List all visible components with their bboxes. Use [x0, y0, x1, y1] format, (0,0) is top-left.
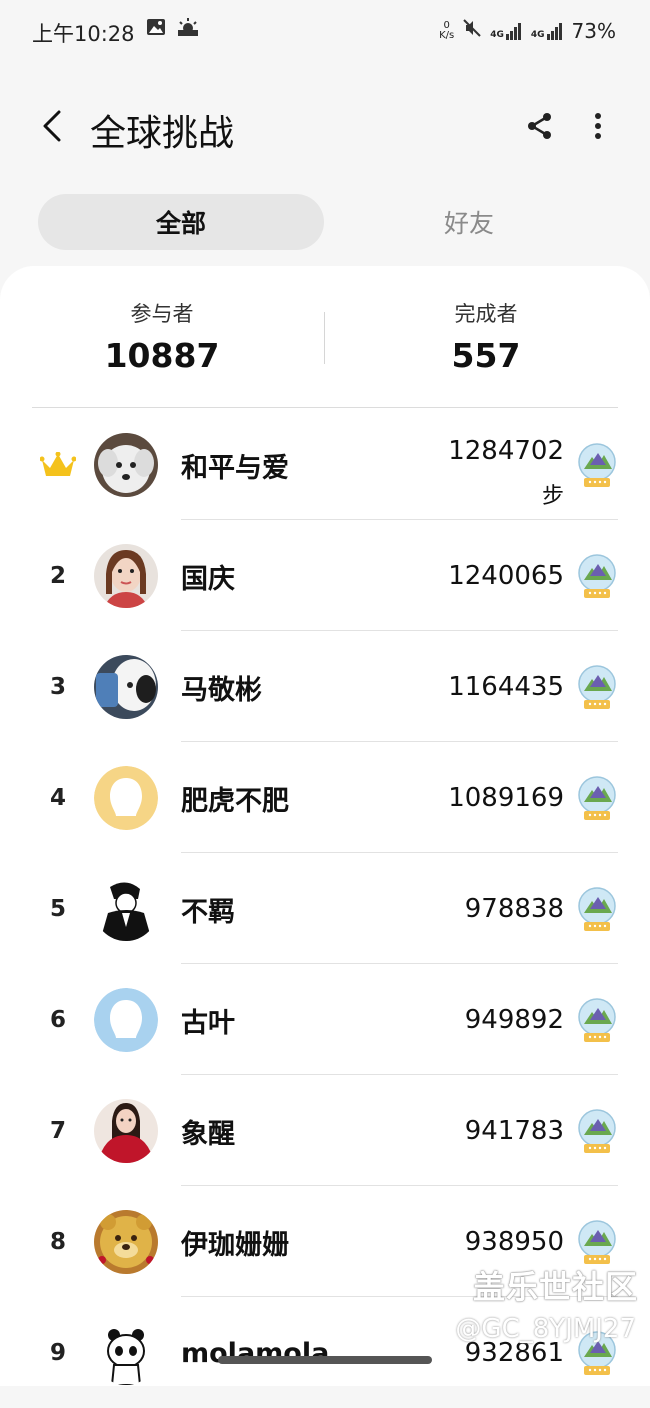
globe-badge-icon [576, 776, 618, 822]
rank-number: 6 [49, 1007, 66, 1033]
weather-icon [176, 18, 200, 40]
globe-badge-icon [576, 665, 618, 711]
user-name: molamola [181, 1337, 330, 1369]
mute-icon [462, 18, 482, 43]
globe-badge-icon [576, 887, 618, 933]
finishers-value: 557 [451, 336, 521, 375]
globe-badge-icon [576, 443, 618, 489]
tab-bar: 全部 好友 [38, 194, 612, 250]
rank-number: 4 [49, 785, 66, 811]
crown-icon [38, 410, 78, 520]
step-count: 1164435 [448, 672, 564, 702]
step-count: 1089169 [448, 783, 564, 813]
share-icon [528, 113, 551, 139]
share-button[interactable] [520, 106, 560, 146]
default-avatar-icon[interactable] [94, 766, 158, 830]
leaderboard-row[interactable]: 2 国庆 1240065 [0, 521, 650, 631]
rank-number: 3 [49, 674, 66, 700]
net-speed: 0 K/s [439, 19, 455, 41]
app-header: 全球挑战 [0, 90, 650, 170]
step-count: 978838 [464, 894, 564, 924]
leaderboard-card: 参与者 10887 完成者 557 和平与爱 1284702 步 2 国庆 12… [0, 266, 650, 1386]
rank-number: 8 [49, 1229, 66, 1255]
leaderboard-row[interactable]: 4 肥虎不肥 1089169 [0, 743, 650, 853]
avatar[interactable] [94, 544, 158, 608]
step-count: 1240065 [448, 561, 564, 591]
leaderboard-row[interactable]: 5 不羁 978838 [0, 854, 650, 964]
user-name: 不羁 [181, 896, 235, 928]
tab-all[interactable]: 全部 [38, 194, 324, 250]
leaderboard-row[interactable]: 3 马敬彬 1164435 [0, 632, 650, 742]
signal-4g-icon-1: 4G [490, 22, 523, 40]
user-name: 象醒 [181, 1118, 235, 1150]
user-name: 古叶 [181, 1007, 235, 1039]
status-bar: 上午10:28 0 K/s 4G 4G 73% [0, 0, 650, 64]
gallery-icon [146, 18, 166, 40]
globe-badge-icon [576, 1220, 618, 1266]
home-indicator[interactable] [218, 1356, 432, 1364]
step-unit: 步 [541, 484, 564, 509]
finishers-stat: 完成者 557 [336, 298, 636, 375]
leaderboard-row[interactable]: 6 古叶 949892 [0, 965, 650, 1075]
back-arrow-icon [43, 110, 61, 142]
user-name: 伊珈姗姗 [181, 1229, 289, 1261]
user-name: 马敬彬 [181, 674, 262, 706]
battery-level: 73% [571, 18, 616, 43]
more-options-button[interactable] [582, 106, 614, 146]
avatar[interactable] [94, 433, 158, 497]
more-vertical-icon [595, 113, 601, 139]
default-avatar-icon[interactable] [94, 988, 158, 1052]
participants-value: 10887 [104, 336, 220, 375]
step-count: 1284702 [448, 436, 564, 466]
avatar[interactable] [94, 877, 158, 941]
globe-badge-icon [576, 998, 618, 1044]
tab-friends[interactable]: 好友 [326, 194, 612, 250]
step-count: 949892 [464, 1005, 564, 1035]
globe-badge-icon [576, 554, 618, 600]
rank-number: 2 [49, 563, 66, 589]
avatar[interactable] [94, 655, 158, 719]
rank-number: 5 [49, 896, 66, 922]
leaderboard-row[interactable]: 和平与爱 1284702 步 [0, 410, 650, 520]
participants-label: 参与者 [130, 302, 194, 326]
stats-separator [32, 407, 618, 408]
avatar[interactable] [94, 1099, 158, 1163]
stats-summary: 参与者 10887 完成者 557 [0, 266, 650, 406]
leaderboard-row[interactable]: 7 象醒 941783 [0, 1076, 650, 1186]
avatar[interactable] [94, 1321, 158, 1385]
finishers-label: 完成者 [454, 302, 518, 326]
avatar[interactable] [94, 1210, 158, 1274]
user-name: 和平与爱 [181, 452, 289, 484]
stats-divider [324, 312, 325, 364]
watermark-title: 盖乐世社区 [472, 1268, 638, 1306]
step-count: 941783 [464, 1116, 564, 1146]
globe-badge-icon [576, 1109, 618, 1155]
status-time: 上午10:28 [32, 22, 135, 46]
page-title: 全球挑战 [90, 113, 235, 154]
participants-stat: 参与者 10887 [12, 298, 312, 375]
watermark-handle: @GC_8YJMJ27 [455, 1314, 636, 1344]
user-name: 国庆 [181, 563, 235, 595]
signal-4g-icon-2: 4G [531, 22, 564, 40]
rank-number: 7 [49, 1118, 66, 1144]
user-name: 肥虎不肥 [181, 785, 289, 817]
back-button[interactable] [30, 102, 74, 150]
rank-number: 9 [49, 1340, 66, 1366]
